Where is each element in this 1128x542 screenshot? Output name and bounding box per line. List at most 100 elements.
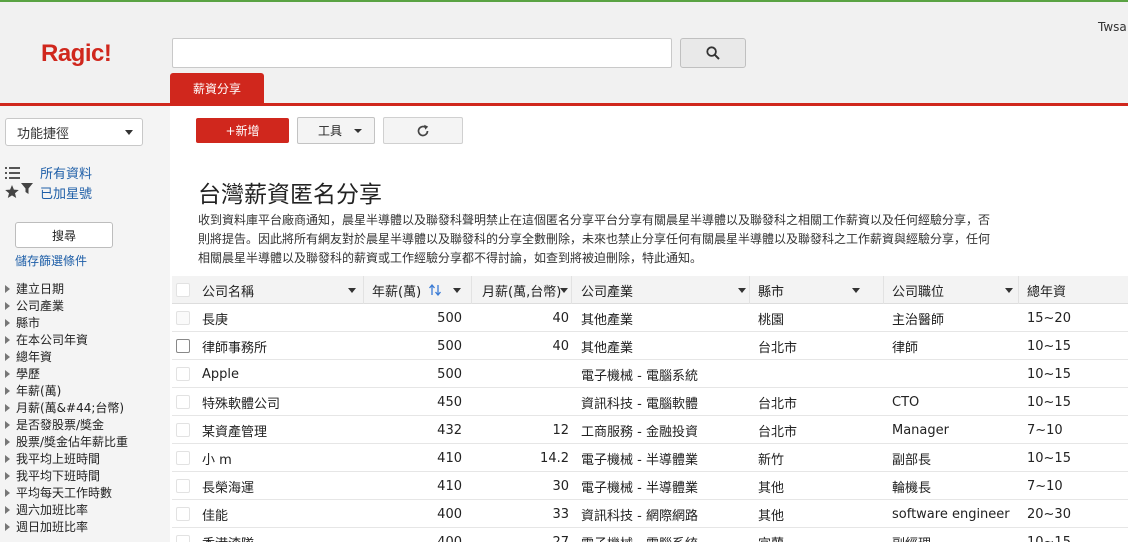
expand-arrow-icon [5,403,10,412]
filter-field[interactable]: 週六加班比率 [5,501,170,518]
column-header-total-seniority[interactable]: 總年資 [1027,276,1127,304]
column-header-industry[interactable]: 公司產業 [581,276,751,304]
filter-field[interactable]: 我平均上班時間 [5,450,170,467]
cell-total-seniority: 10~15 [1027,338,1071,354]
row-checkbox[interactable] [176,535,190,542]
filter-field[interactable]: 週日加班比率 [5,518,170,535]
tools-button-label: 工具 [318,124,343,138]
column-header-position[interactable]: 公司職位 [892,276,1022,304]
cell-company: Apple [202,366,240,382]
cell-city: 台北市 [758,396,798,412]
cell-company: 長庚 [202,312,229,328]
expand-arrow-icon [5,284,10,293]
shortcut-dropdown[interactable]: 功能捷徑 [5,118,143,146]
cell-industry: 資訊科技 - 電腦軟體 [581,396,698,412]
table-row[interactable]: 佳能 400 33 資訊科技 - 網際網路 其他 software engine… [172,500,1128,528]
row-checkbox[interactable] [176,423,190,437]
cell-position: 主治醫師 [892,312,945,328]
cell-city [758,360,883,388]
cell-total-seniority: 7~10 [1027,422,1063,438]
cell-position [892,360,1017,388]
add-record-button[interactable]: +新增 [196,118,289,143]
cell-position: 副部長 [892,452,932,468]
filter-field-list: 建立日期 公司產業 縣市 在本公司年資 總年資 學歷 年薪(萬) 月薪(萬&#4… [5,280,170,535]
cell-monthly-salary: 14.2 [540,450,569,466]
cell-industry: 電子機械 - 半導體業 [581,480,698,496]
filter-field[interactable]: 公司產業 [5,297,170,314]
filter-field[interactable]: 月薪(萬&#44;台幣) [5,399,170,416]
chevron-down-icon [348,288,356,293]
column-header-company[interactable]: 公司名稱 [202,276,362,304]
expand-arrow-icon [5,318,10,327]
user-name[interactable]: Twsa [1098,20,1127,34]
table-row[interactable]: 長榮海運 410 30 電子機械 - 半導體業 其他 輪機長 7~10 [172,472,1128,500]
filter-field[interactable]: 學歷 [5,365,170,382]
cell-total-seniority: 10~15 [1027,366,1071,382]
column-divider [749,276,750,304]
cell-monthly-salary: 12 [552,422,569,438]
search-button[interactable] [680,38,746,68]
filter-field[interactable]: 建立日期 [5,280,170,297]
table-row[interactable]: 特殊軟體公司 450 資訊科技 - 電腦軟體 台北市 CTO 10~15 [172,388,1128,416]
cell-annual-salary: 400 [437,506,462,522]
row-checkbox[interactable] [176,367,190,381]
row-checkbox[interactable] [176,451,190,465]
filter-field[interactable]: 在本公司年資 [5,331,170,348]
expand-arrow-icon [5,386,10,395]
table-row[interactable]: 律師事務所 500 40 其他產業 台北市 律師 10~15 [172,332,1128,360]
row-checkbox[interactable] [176,311,190,325]
search-input[interactable] [172,38,672,68]
sidebar: 功能捷徑 所有資料 已加星號 搜尋 儲存篩選條件 建立日期 公司產業 縣市 在本… [0,106,170,542]
filter-field[interactable]: 是否發股票/獎金 [5,416,170,433]
cell-company: 律師事務所 [202,340,268,356]
table-row[interactable]: Apple 500 電子機械 - 電腦系統 10~15 [172,360,1128,388]
filter-field[interactable]: 總年資 [5,348,170,365]
sort-icon [429,283,441,297]
column-header-monthly-salary[interactable]: 月薪(萬,台幣) [482,276,582,304]
expand-arrow-icon [5,454,10,463]
filter-field[interactable]: 平均每天工作時數 [5,484,170,501]
row-checkbox[interactable] [176,395,190,409]
table-row[interactable]: 長庚 500 40 其他產業 桃園 主治醫師 15~20 [172,304,1128,332]
cell-annual-salary: 410 [437,478,462,494]
column-header-city[interactable]: 縣市 [758,276,888,304]
cell-monthly-salary [482,388,569,416]
cell-industry: 電子機械 - 電腦系統 [581,528,746,542]
refresh-button[interactable] [383,117,463,144]
sidebar-item-starred[interactable]: 已加星號 [40,183,92,202]
filter-field[interactable]: 股票/獎金佔年薪比重 [5,433,170,450]
saved-filters-link[interactable]: 儲存篩選條件 [15,252,87,269]
column-divider [571,276,572,304]
row-checkbox[interactable] [176,507,190,521]
column-header-annual-salary[interactable]: 年薪(萬) [372,276,472,304]
cell-city: 台北市 [758,340,798,356]
filter-field[interactable]: 縣市 [5,314,170,331]
table-row[interactable]: 小 m 410 14.2 電子機械 - 半導體業 新竹 副部長 10~15 [172,444,1128,472]
cell-total-seniority: 15~20 [1027,310,1071,326]
filter-field[interactable]: 我平均下班時間 [5,467,170,484]
table-row[interactable]: 某資產管理 432 12 工商服務 - 金融投資 台北市 Manager 7~1… [172,416,1128,444]
expand-arrow-icon [5,352,10,361]
filter-field[interactable]: 年薪(萬) [5,382,170,399]
cell-city: 台北市 [758,424,798,440]
sidebar-item-all-records[interactable]: 所有資料 [40,163,92,182]
cell-city: 其他 [758,480,785,496]
expand-arrow-icon [5,420,10,429]
cell-monthly-salary: 27 [552,534,569,542]
tab-salary-share[interactable]: 薪資分享 [170,73,264,103]
cell-company: 香港渣隊 [202,528,362,542]
cell-position: 律師 [892,340,919,356]
select-all-checkbox[interactable] [176,283,190,297]
cell-company: 長榮海運 [202,480,255,496]
row-checkbox[interactable] [176,479,190,493]
sidebar-search-button[interactable]: 搜尋 [15,222,113,248]
chevron-down-icon [1005,288,1013,293]
table-row[interactable]: 香港渣隊 400 27 電子機械 - 電腦系統 宜蘭 副經理 10~15 [172,528,1128,542]
row-checkbox[interactable] [176,339,190,353]
expand-arrow-icon [5,369,10,378]
notice-text: 收到資料庫平台廠商通知，晨星半導體以及聯發科聲明禁止在這個匿名分享平台分享有關晨… [198,213,991,265]
tools-button[interactable]: 工具 [297,117,375,144]
cell-industry: 其他產業 [581,340,634,356]
cell-company: 特殊軟體公司 [202,396,281,412]
logo[interactable]: Ragic! [41,40,112,68]
